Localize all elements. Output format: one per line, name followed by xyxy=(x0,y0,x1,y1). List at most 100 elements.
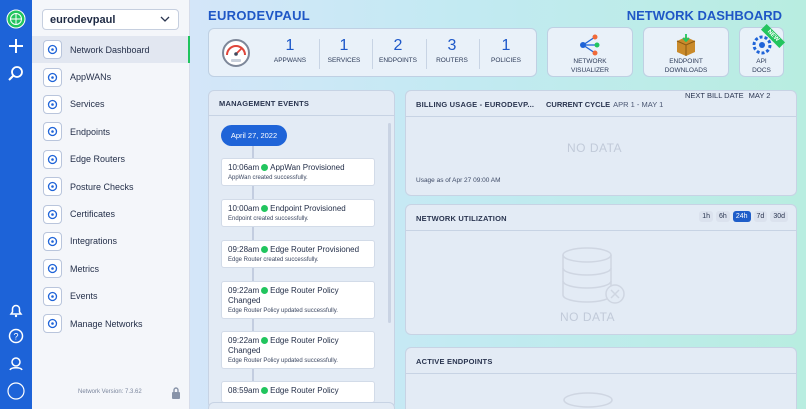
current-cycle: CURRENT CYCLE APR 1 - MAY 1 xyxy=(546,100,664,109)
endpoints-icon xyxy=(43,122,62,142)
sidebar-item-endpoints[interactable]: Endpoints xyxy=(32,118,190,145)
event-card[interactable]: 09:28am Edge Router Provisioned Edge Route… xyxy=(221,240,375,268)
active-endpoints-title: ACTIVE ENDPOINTS xyxy=(416,357,493,366)
tenant-select[interactable]: eurodevpaul xyxy=(42,9,179,30)
event-card[interactable]: 10:06am AppWan Provisioned AppWan created … xyxy=(221,158,375,186)
next-bill-date: NEXT BILL DATE MAY 2 xyxy=(685,91,771,100)
status-dot-icon xyxy=(261,287,269,294)
sidebar-item-label: Posture Checks xyxy=(70,181,134,192)
active-endpoints-panel: ACTIVE ENDPOINTS xyxy=(405,347,797,409)
tenant-name: eurodevpaul xyxy=(50,13,116,26)
dashboard-icon xyxy=(43,40,62,60)
event-card[interactable]: 09:22am Edge Router Policy Changed Edge Ro… xyxy=(221,281,375,319)
billing-usage-title: BILLING USAGE - EURODEVP... xyxy=(416,100,535,109)
avatar[interactable] xyxy=(5,380,27,402)
organization-name: EURODEVPAUL xyxy=(208,8,311,23)
sidebar-item-label: Services xyxy=(70,99,105,110)
event-time: 09:22am xyxy=(228,286,260,295)
network-stats: 1 APPWANS 1 SERVICES 2 ENDPOINTS 3 ROUTERS 1… xyxy=(208,28,537,77)
event-description: Edge Router Policy updated successfully. xyxy=(228,308,338,314)
event-description: AppWan created successfully. xyxy=(228,175,308,181)
sidebar-item-manage-networks[interactable]: Manage Networks xyxy=(32,310,190,337)
billing-usage-panel: BILLING USAGE - EURODEVP... CURRENT CYCL… xyxy=(405,90,797,196)
network-visualizer-tile[interactable]: NETWORK VISUALIZER xyxy=(547,27,633,77)
app-rail: ? xyxy=(0,0,32,409)
sidebar-item-label: Integrations xyxy=(70,236,118,247)
stat-policies[interactable]: 1 POLICIES xyxy=(481,37,531,64)
stat-services[interactable]: 1 SERVICES xyxy=(319,37,369,64)
certificate-icon xyxy=(43,204,62,224)
network-utilization-panel: NETWORK UTILIZATION 1h 6h 24h 7d 30d NO DATA xyxy=(405,204,797,335)
database-empty-icon xyxy=(562,247,625,304)
network-graph-icon xyxy=(580,34,600,56)
sidebar-item-label: Manage Networks xyxy=(70,318,143,329)
appwan-icon xyxy=(43,67,62,87)
edge-router-icon xyxy=(43,149,62,169)
status-dot-icon xyxy=(261,387,269,394)
sidebar-item-label: Edge Routers xyxy=(70,154,126,165)
range-1h-button[interactable]: 1h xyxy=(699,211,714,222)
svg-text:?: ? xyxy=(13,332,18,342)
stat-routers[interactable]: 3 ROUTERS xyxy=(427,37,477,64)
sidebar-item-certificates[interactable]: Certificates xyxy=(32,200,190,227)
speedometer-icon xyxy=(222,39,250,67)
sidebar-item-posture-checks[interactable]: Posture Checks xyxy=(32,173,190,200)
event-title: Edge Router Policy xyxy=(270,386,339,395)
event-time: 08:59am xyxy=(228,386,260,395)
sidebar-item-events[interactable]: Events xyxy=(32,283,190,310)
management-events-panel: MANAGEMENT EVENTS April 27, 2022 10:06am… xyxy=(208,90,395,409)
sidebar-item-metrics[interactable]: Metrics xyxy=(32,255,190,282)
range-24h-button[interactable]: 24h xyxy=(732,211,751,222)
globe-icon xyxy=(43,314,62,334)
sidebar: eurodevpaul Network Dashboard AppWANs Serv… xyxy=(32,0,191,409)
stat-endpoints[interactable]: 2 ENDPOINTS xyxy=(373,37,423,64)
status-dot-icon xyxy=(261,164,269,171)
range-6h-button[interactable]: 6h xyxy=(716,211,730,222)
network-version: Network Version: 7.3.62 xyxy=(78,389,142,395)
search-icon[interactable] xyxy=(5,62,27,84)
chevron-down-icon xyxy=(160,16,170,22)
event-time: 09:22am xyxy=(228,336,260,345)
sidebar-item-integrations[interactable]: Integrations xyxy=(32,228,190,255)
integrations-icon xyxy=(43,231,62,251)
usage-note: Usage as of Apr 27 09:00 AM xyxy=(416,177,501,184)
sidebar-item-edge-routers[interactable]: Edge Routers xyxy=(32,146,190,173)
range-7d-button[interactable]: 7d xyxy=(753,211,768,222)
range-30d-button[interactable]: 30d xyxy=(770,211,788,222)
metrics-icon xyxy=(43,259,62,279)
event-title: Edge Router Provisioned xyxy=(270,245,360,254)
event-card[interactable]: 08:59am Edge Router Policy xyxy=(221,381,375,403)
event-card[interactable]: 09:22am Edge Router Policy Changed Edge Ro… xyxy=(221,331,375,369)
event-card[interactable]: 10:00am Endpoint Provisioned Endpoint crea… xyxy=(221,199,375,227)
sidebar-item-label: Metrics xyxy=(70,263,99,274)
event-time: 09:28am xyxy=(228,245,260,254)
events-scrollbar[interactable] xyxy=(388,123,391,323)
event-title: AppWan Provisioned xyxy=(270,163,345,172)
page-title: NETWORK DASHBOARD xyxy=(626,8,782,23)
bell-icon[interactable] xyxy=(5,299,27,321)
sidebar-item-services[interactable]: Services xyxy=(32,91,190,118)
sidebar-item-label: AppWANs xyxy=(70,72,112,83)
stat-appwans[interactable]: 1 APPWANS xyxy=(265,37,315,64)
sidebar-item-label: Endpoints xyxy=(70,126,111,137)
posture-check-icon xyxy=(43,177,62,197)
globe-icon[interactable] xyxy=(5,8,27,30)
event-time: 10:00am xyxy=(228,204,260,213)
support-icon[interactable] xyxy=(5,352,27,374)
sidebar-item-network-dashboard[interactable]: Network Dashboard xyxy=(32,36,191,64)
help-icon[interactable]: ? xyxy=(5,325,27,347)
event-description: Edge Router created successfully. xyxy=(228,257,319,263)
event-date-pill[interactable]: April 27, 2022 xyxy=(221,125,287,146)
time-range-selector: 1h 6h 24h 7d 30d xyxy=(699,211,788,222)
lock-icon[interactable] xyxy=(171,386,181,400)
stat-divider xyxy=(479,39,480,69)
event-title: Endpoint Provisioned xyxy=(270,204,346,213)
event-time: 10:06am xyxy=(228,163,260,172)
utilization-no-data: NO DATA xyxy=(560,310,616,324)
endpoint-downloads-tile[interactable]: ENDPOINT DOWNLOADS xyxy=(643,27,729,77)
api-docs-tile[interactable]: API DOCS NEW xyxy=(739,23,786,77)
download-box-icon xyxy=(676,34,696,56)
sidebar-item-appwans[interactable]: AppWANs xyxy=(32,63,190,90)
add-icon[interactable] xyxy=(5,35,27,57)
database-empty-icon xyxy=(563,392,613,408)
